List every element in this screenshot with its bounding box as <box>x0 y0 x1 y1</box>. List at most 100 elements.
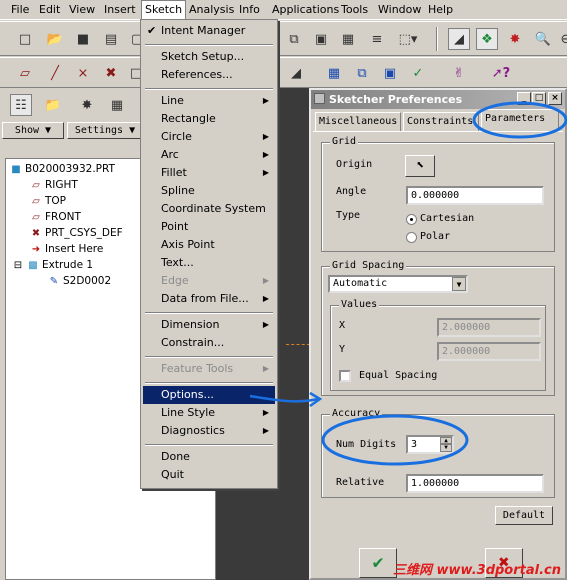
mirror-icon[interactable]: ◢ <box>285 62 307 84</box>
menu-file[interactable]: File <box>8 2 32 18</box>
menu-item-options[interactable]: Options... <box>143 386 275 404</box>
submenu-arrow-icon: ▶ <box>262 150 269 159</box>
num-digits-spinner[interactable]: 3 ▲ ▼ <box>406 435 454 454</box>
sketch-line-icon[interactable]: ❖ <box>476 28 498 50</box>
menu-item-fillet[interactable]: Fillet ▶ <box>143 164 275 182</box>
spin-down-icon[interactable]: ▼ <box>440 444 452 452</box>
minimize-icon[interactable]: _ <box>517 92 531 105</box>
menu-item-done[interactable]: Done <box>143 448 275 466</box>
tab-miscellaneous[interactable]: Miscellaneous <box>315 112 401 131</box>
new-file-icon[interactable]: □ <box>14 28 36 50</box>
menu-item-quit[interactable]: Quit <box>143 466 275 484</box>
zoom-out-icon[interactable]: ⊖ <box>555 28 567 50</box>
datum-axis-icon[interactable]: ╱ <box>44 62 66 84</box>
menu-item-circle[interactable]: Circle ▶ <box>143 128 275 146</box>
tree-item-part[interactable]: ■ B020003932.PRT <box>10 161 115 177</box>
radio-polar[interactable] <box>406 232 417 243</box>
type-label: Type <box>336 210 361 221</box>
print-icon[interactable]: ▤ <box>100 28 122 50</box>
menu-item-point[interactable]: Point <box>143 218 275 236</box>
equal-spacing-checkbox[interactable] <box>339 370 351 382</box>
model-tree-tab-icon[interactable]: ☷ <box>10 94 32 116</box>
modify-icon[interactable]: ▣ <box>379 62 401 84</box>
datum-csys-icon[interactable]: ✖ <box>100 62 122 84</box>
maximize-icon[interactable]: □ <box>532 92 546 105</box>
menu-item-sketch-setup[interactable]: Sketch Setup... <box>143 48 275 66</box>
default-button[interactable]: Default <box>495 506 553 525</box>
dimension-icon[interactable]: ▦ <box>323 62 345 84</box>
menu-applications[interactable]: Applications <box>269 2 342 18</box>
menu-window[interactable]: Window <box>375 2 424 18</box>
tree-item-sketch[interactable]: ✎ S2D0002 <box>48 273 111 289</box>
save-icon[interactable]: ■ <box>72 28 94 50</box>
tree-item-top[interactable]: ▱ TOP <box>30 193 66 209</box>
menu-analysis[interactable]: Analysis <box>186 2 237 18</box>
submenu-arrow-icon: ▶ <box>262 364 269 373</box>
done-check-icon[interactable]: ✓ <box>407 62 429 84</box>
relative-input[interactable]: 1.000000 <box>406 474 544 493</box>
dialog-title-bar[interactable]: Sketcher Preferences _ □ × <box>311 90 565 109</box>
menu-item-references[interactable]: References... <box>143 66 275 84</box>
tree-item-csys[interactable]: ✖ PRT_CSYS_DEF <box>30 225 123 241</box>
zoom-icon[interactable]: 🔍 <box>532 28 554 50</box>
datum-plane-icon[interactable]: ▱ <box>14 62 36 84</box>
sketch-icon: ✎ <box>49 276 59 287</box>
whats-this-icon[interactable]: ➚? <box>490 62 512 84</box>
sketcher-preferences-dialog: Sketcher Preferences _ □ × Miscellaneous… <box>309 88 567 580</box>
menu-item-coordinate-system[interactable]: Coordinate System <box>143 200 275 218</box>
datum-point-icon[interactable]: ⨯ <box>72 62 94 84</box>
menu-item-text[interactable]: Text... <box>143 254 275 272</box>
palette-icon[interactable]: ✌ <box>448 62 470 84</box>
history-icon[interactable]: ▦ <box>106 94 128 116</box>
menu-item-data-from-file[interactable]: Data from File... ▶ <box>143 290 275 308</box>
tab-parameters[interactable]: Parameters <box>481 109 559 131</box>
copy-icon[interactable]: ⧉ <box>283 28 305 50</box>
settings-dropdown[interactable]: Settings ▼ <box>67 122 143 139</box>
grid-spacing-select[interactable]: Automatic ▼ <box>328 275 468 293</box>
menu-insert[interactable]: Insert <box>101 2 139 18</box>
menu-info[interactable]: Info <box>236 2 263 18</box>
submenu-arrow-icon: ▶ <box>262 294 269 303</box>
menu-item-intent-manager[interactable]: ✔ Intent Manager <box>143 22 275 40</box>
origin-select-button[interactable]: ⬉ <box>405 155 435 177</box>
dropdown-arrow-icon[interactable]: ▼ <box>452 277 466 291</box>
folder-browser-icon[interactable]: 📁 <box>42 94 64 116</box>
menu-edit[interactable]: Edit <box>36 2 63 18</box>
menu-tools[interactable]: Tools <box>338 2 371 18</box>
paste-special-icon[interactable]: ▦ <box>337 28 359 50</box>
menu-item-arc[interactable]: Arc ▶ <box>143 146 275 164</box>
menu-view[interactable]: View <box>66 2 98 18</box>
menu-item-rectangle[interactable]: Rectangle <box>143 110 275 128</box>
menu-item-feature-tools: Feature Tools ▶ <box>143 360 275 378</box>
menu-help[interactable]: Help <box>425 2 456 18</box>
tree-item-insert-here[interactable]: ➜ Insert Here <box>30 241 104 257</box>
radio-cartesian[interactable] <box>406 214 417 225</box>
regenerate-icon[interactable]: ≡ <box>366 28 388 50</box>
tree-item-front[interactable]: ▱ FRONT <box>30 209 81 225</box>
collapse-toggle-icon[interactable]: ⊟ <box>12 258 24 274</box>
tree-item-extrude[interactable]: ⊟ ▩ Extrude 1 <box>12 257 93 273</box>
menu-item-constrain[interactable]: Constrain... <box>143 334 275 352</box>
show-dropdown[interactable]: Show ▼ <box>2 122 64 139</box>
paste-icon[interactable]: ▣ <box>310 28 332 50</box>
menu-sketch[interactable]: Sketch <box>141 0 187 20</box>
menu-item-spline[interactable]: Spline <box>143 182 275 200</box>
menu-item-line[interactable]: Line ▶ <box>143 92 275 110</box>
constrain-icon[interactable]: ⧉ <box>351 62 373 84</box>
menu-item-line-style[interactable]: Line Style ▶ <box>143 404 275 422</box>
origin-label: Origin <box>336 159 373 170</box>
menu-item-axis-point[interactable]: Axis Point <box>143 236 275 254</box>
menu-item-diagnostics[interactable]: Diagnostics ▶ <box>143 422 275 440</box>
ok-button[interactable]: ✔ <box>359 548 397 578</box>
menu-item-dimension[interactable]: Dimension ▶ <box>143 316 275 334</box>
sketch-view-icon[interactable]: ◢ <box>448 28 470 50</box>
open-file-icon[interactable]: 📂 <box>44 28 66 50</box>
spin-up-icon[interactable]: ▲ <box>440 437 452 444</box>
close-icon[interactable]: × <box>548 92 562 105</box>
tab-constraints[interactable]: Constraints <box>403 112 479 131</box>
select-box-icon[interactable]: ⬚▾ <box>394 28 422 50</box>
tree-item-right[interactable]: ▱ RIGHT <box>30 177 78 193</box>
angle-input[interactable]: 0.000000 <box>406 186 544 205</box>
sketch-constraint-icon[interactable]: ✸ <box>504 28 526 50</box>
favorites-icon[interactable]: ✸ <box>76 94 98 116</box>
